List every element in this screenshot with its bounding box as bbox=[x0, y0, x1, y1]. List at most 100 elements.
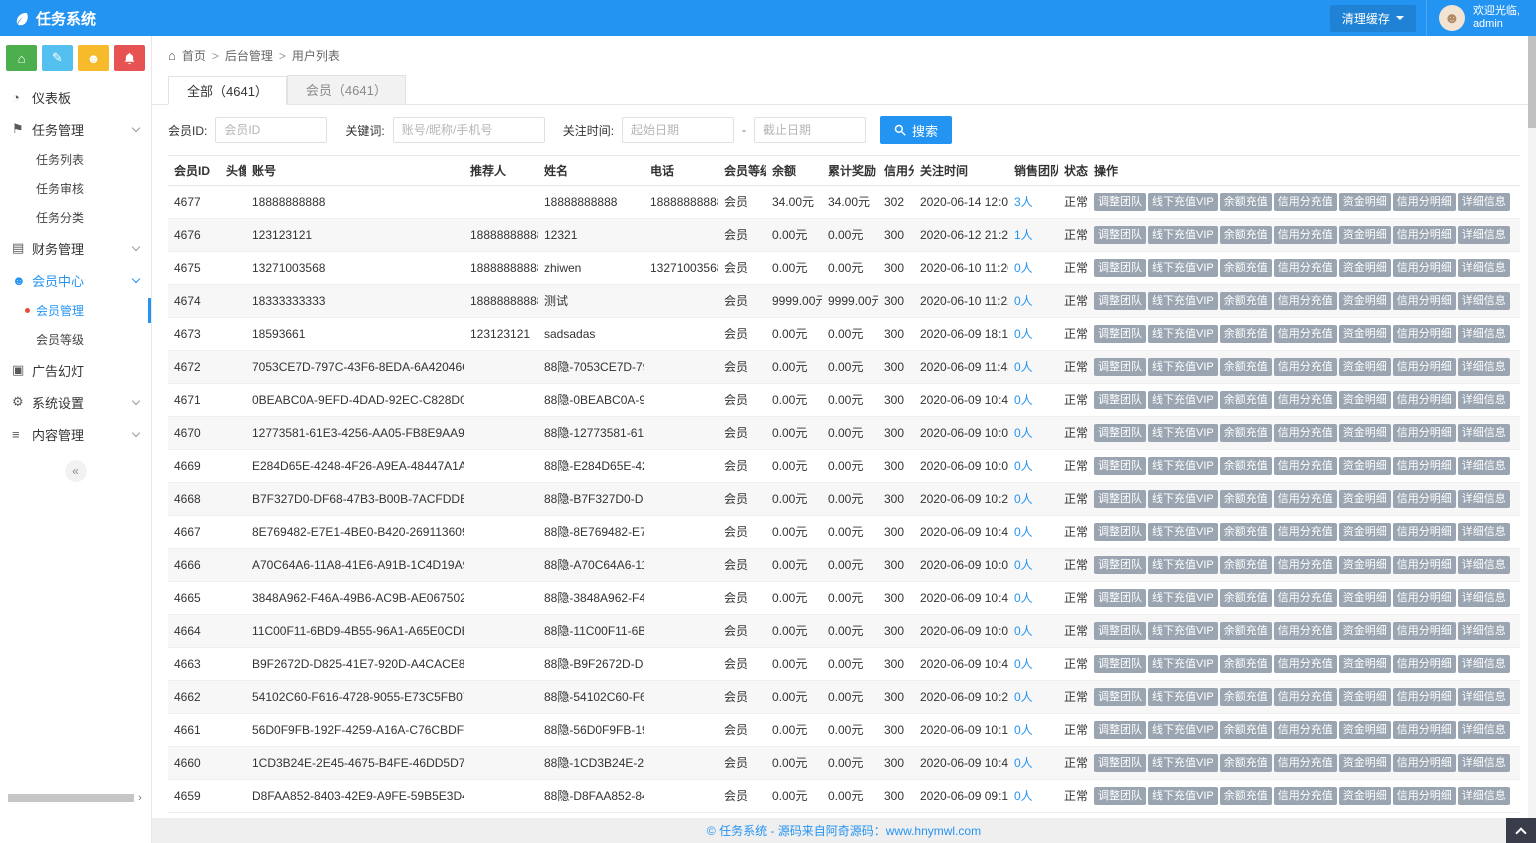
team-link[interactable]: 0人 bbox=[1014, 426, 1033, 440]
detail-info-button[interactable]: 详细信息 bbox=[1458, 226, 1510, 244]
offline-recharge-vip-button[interactable]: 线下充值VIP bbox=[1148, 391, 1218, 409]
adjust-team-button[interactable]: 调整团队 bbox=[1094, 457, 1146, 475]
adjust-team-button[interactable]: 调整团队 bbox=[1094, 556, 1146, 574]
balance-recharge-button[interactable]: 余额充值 bbox=[1220, 358, 1272, 376]
credit-details-button[interactable]: 信用分明细 bbox=[1393, 490, 1456, 508]
balance-recharge-button[interactable]: 余额充值 bbox=[1220, 259, 1272, 277]
credit-recharge-button[interactable]: 信用分充值 bbox=[1274, 523, 1337, 541]
offline-recharge-vip-button[interactable]: 线下充值VIP bbox=[1148, 292, 1218, 310]
fund-details-button[interactable]: 资金明细 bbox=[1339, 523, 1391, 541]
credit-details-button[interactable]: 信用分明细 bbox=[1393, 259, 1456, 277]
detail-info-button[interactable]: 详细信息 bbox=[1458, 457, 1510, 475]
offline-recharge-vip-button[interactable]: 线下充值VIP bbox=[1148, 424, 1218, 442]
hscroll-arrow-icon[interactable]: › bbox=[134, 792, 146, 804]
credit-recharge-button[interactable]: 信用分充值 bbox=[1274, 358, 1337, 376]
sidebar-item[interactable]: ≡内容管理 bbox=[0, 418, 151, 450]
offline-recharge-vip-button[interactable]: 线下充值VIP bbox=[1148, 787, 1218, 805]
sidebar-subitem[interactable]: 任务列表 bbox=[0, 145, 151, 174]
credit-recharge-button[interactable]: 信用分充值 bbox=[1274, 490, 1337, 508]
offline-recharge-vip-button[interactable]: 线下充值VIP bbox=[1148, 688, 1218, 706]
credit-details-button[interactable]: 信用分明细 bbox=[1393, 754, 1456, 772]
edit-button[interactable]: ✎ bbox=[42, 45, 73, 71]
balance-recharge-button[interactable]: 余额充值 bbox=[1220, 391, 1272, 409]
detail-info-button[interactable]: 详细信息 bbox=[1458, 754, 1510, 772]
fund-details-button[interactable]: 资金明细 bbox=[1339, 787, 1391, 805]
credit-recharge-button[interactable]: 信用分充值 bbox=[1274, 226, 1337, 244]
adjust-team-button[interactable]: 调整团队 bbox=[1094, 523, 1146, 541]
balance-recharge-button[interactable]: 余额充值 bbox=[1220, 424, 1272, 442]
sidebar-item[interactable]: ▤财务管理 bbox=[0, 232, 151, 264]
search-button[interactable]: 搜索 bbox=[880, 116, 952, 144]
adjust-team-button[interactable]: 调整团队 bbox=[1094, 622, 1146, 640]
credit-details-button[interactable]: 信用分明细 bbox=[1393, 787, 1456, 805]
credit-details-button[interactable]: 信用分明细 bbox=[1393, 622, 1456, 640]
adjust-team-button[interactable]: 调整团队 bbox=[1094, 754, 1146, 772]
credit-recharge-button[interactable]: 信用分充值 bbox=[1274, 556, 1337, 574]
credit-details-button[interactable]: 信用分明细 bbox=[1393, 358, 1456, 376]
offline-recharge-vip-button[interactable]: 线下充值VIP bbox=[1148, 226, 1218, 244]
credit-recharge-button[interactable]: 信用分充值 bbox=[1274, 424, 1337, 442]
sidebar-subitem[interactable]: 会员等级 bbox=[0, 325, 151, 354]
team-link[interactable]: 0人 bbox=[1014, 360, 1033, 374]
adjust-team-button[interactable]: 调整团队 bbox=[1094, 787, 1146, 805]
sidebar-item[interactable]: ⚙系统设置 bbox=[0, 386, 151, 418]
adjust-team-button[interactable]: 调整团队 bbox=[1094, 358, 1146, 376]
team-link[interactable]: 0人 bbox=[1014, 294, 1033, 308]
fund-details-button[interactable]: 资金明细 bbox=[1339, 556, 1391, 574]
credit-recharge-button[interactable]: 信用分充值 bbox=[1274, 622, 1337, 640]
balance-recharge-button[interactable]: 余额充值 bbox=[1220, 655, 1272, 673]
start-date-input[interactable] bbox=[622, 117, 734, 143]
credit-details-button[interactable]: 信用分明细 bbox=[1393, 556, 1456, 574]
fund-details-button[interactable]: 资金明细 bbox=[1339, 622, 1391, 640]
detail-info-button[interactable]: 详细信息 bbox=[1458, 655, 1510, 673]
fund-details-button[interactable]: 资金明细 bbox=[1339, 589, 1391, 607]
team-link[interactable]: 0人 bbox=[1014, 393, 1033, 407]
offline-recharge-vip-button[interactable]: 线下充值VIP bbox=[1148, 523, 1218, 541]
fund-details-button[interactable]: 资金明细 bbox=[1339, 391, 1391, 409]
detail-info-button[interactable]: 详细信息 bbox=[1458, 391, 1510, 409]
credit-details-button[interactable]: 信用分明细 bbox=[1393, 424, 1456, 442]
credit-recharge-button[interactable]: 信用分充值 bbox=[1274, 457, 1337, 475]
balance-recharge-button[interactable]: 余额充值 bbox=[1220, 556, 1272, 574]
credit-details-button[interactable]: 信用分明细 bbox=[1393, 655, 1456, 673]
adjust-team-button[interactable]: 调整团队 bbox=[1094, 226, 1146, 244]
team-link[interactable]: 0人 bbox=[1014, 756, 1033, 770]
detail-info-button[interactable]: 详细信息 bbox=[1458, 325, 1510, 343]
bell-button[interactable] bbox=[114, 45, 145, 71]
team-link[interactable]: 0人 bbox=[1014, 657, 1033, 671]
fund-details-button[interactable]: 资金明细 bbox=[1339, 292, 1391, 310]
balance-recharge-button[interactable]: 余额充值 bbox=[1220, 193, 1272, 211]
credit-recharge-button[interactable]: 信用分充值 bbox=[1274, 721, 1337, 739]
sidebar-item[interactable]: ⚑任务管理 bbox=[0, 113, 151, 145]
balance-recharge-button[interactable]: 余额充值 bbox=[1220, 226, 1272, 244]
balance-recharge-button[interactable]: 余额充值 bbox=[1220, 523, 1272, 541]
fund-details-button[interactable]: 资金明细 bbox=[1339, 721, 1391, 739]
detail-info-button[interactable]: 详细信息 bbox=[1458, 358, 1510, 376]
balance-recharge-button[interactable]: 余额充值 bbox=[1220, 721, 1272, 739]
balance-recharge-button[interactable]: 余额充值 bbox=[1220, 325, 1272, 343]
detail-info-button[interactable]: 详细信息 bbox=[1458, 556, 1510, 574]
team-link[interactable]: 3人 bbox=[1014, 195, 1033, 209]
sidebar-hscrollbar[interactable]: › bbox=[0, 793, 146, 803]
balance-recharge-button[interactable]: 余额充值 bbox=[1220, 292, 1272, 310]
credit-details-button[interactable]: 信用分明细 bbox=[1393, 226, 1456, 244]
credit-recharge-button[interactable]: 信用分充值 bbox=[1274, 754, 1337, 772]
detail-info-button[interactable]: 详细信息 bbox=[1458, 622, 1510, 640]
detail-info-button[interactable]: 详细信息 bbox=[1458, 193, 1510, 211]
detail-info-button[interactable]: 详细信息 bbox=[1458, 490, 1510, 508]
adjust-team-button[interactable]: 调整团队 bbox=[1094, 259, 1146, 277]
credit-recharge-button[interactable]: 信用分充值 bbox=[1274, 259, 1337, 277]
team-link[interactable]: 1人 bbox=[1014, 228, 1033, 242]
credit-recharge-button[interactable]: 信用分充值 bbox=[1274, 325, 1337, 343]
detail-info-button[interactable]: 详细信息 bbox=[1458, 589, 1510, 607]
credit-recharge-button[interactable]: 信用分充值 bbox=[1274, 193, 1337, 211]
footer-text[interactable]: © 任务系统 - 源码来自阿奇源码：www.hnymwl.com bbox=[707, 822, 981, 839]
team-link[interactable]: 0人 bbox=[1014, 492, 1033, 506]
breadcrumb-item[interactable]: 后台管理 bbox=[225, 47, 273, 64]
adjust-team-button[interactable]: 调整团队 bbox=[1094, 193, 1146, 211]
adjust-team-button[interactable]: 调整团队 bbox=[1094, 589, 1146, 607]
adjust-team-button[interactable]: 调整团队 bbox=[1094, 424, 1146, 442]
offline-recharge-vip-button[interactable]: 线下充值VIP bbox=[1148, 754, 1218, 772]
adjust-team-button[interactable]: 调整团队 bbox=[1094, 490, 1146, 508]
credit-details-button[interactable]: 信用分明细 bbox=[1393, 589, 1456, 607]
